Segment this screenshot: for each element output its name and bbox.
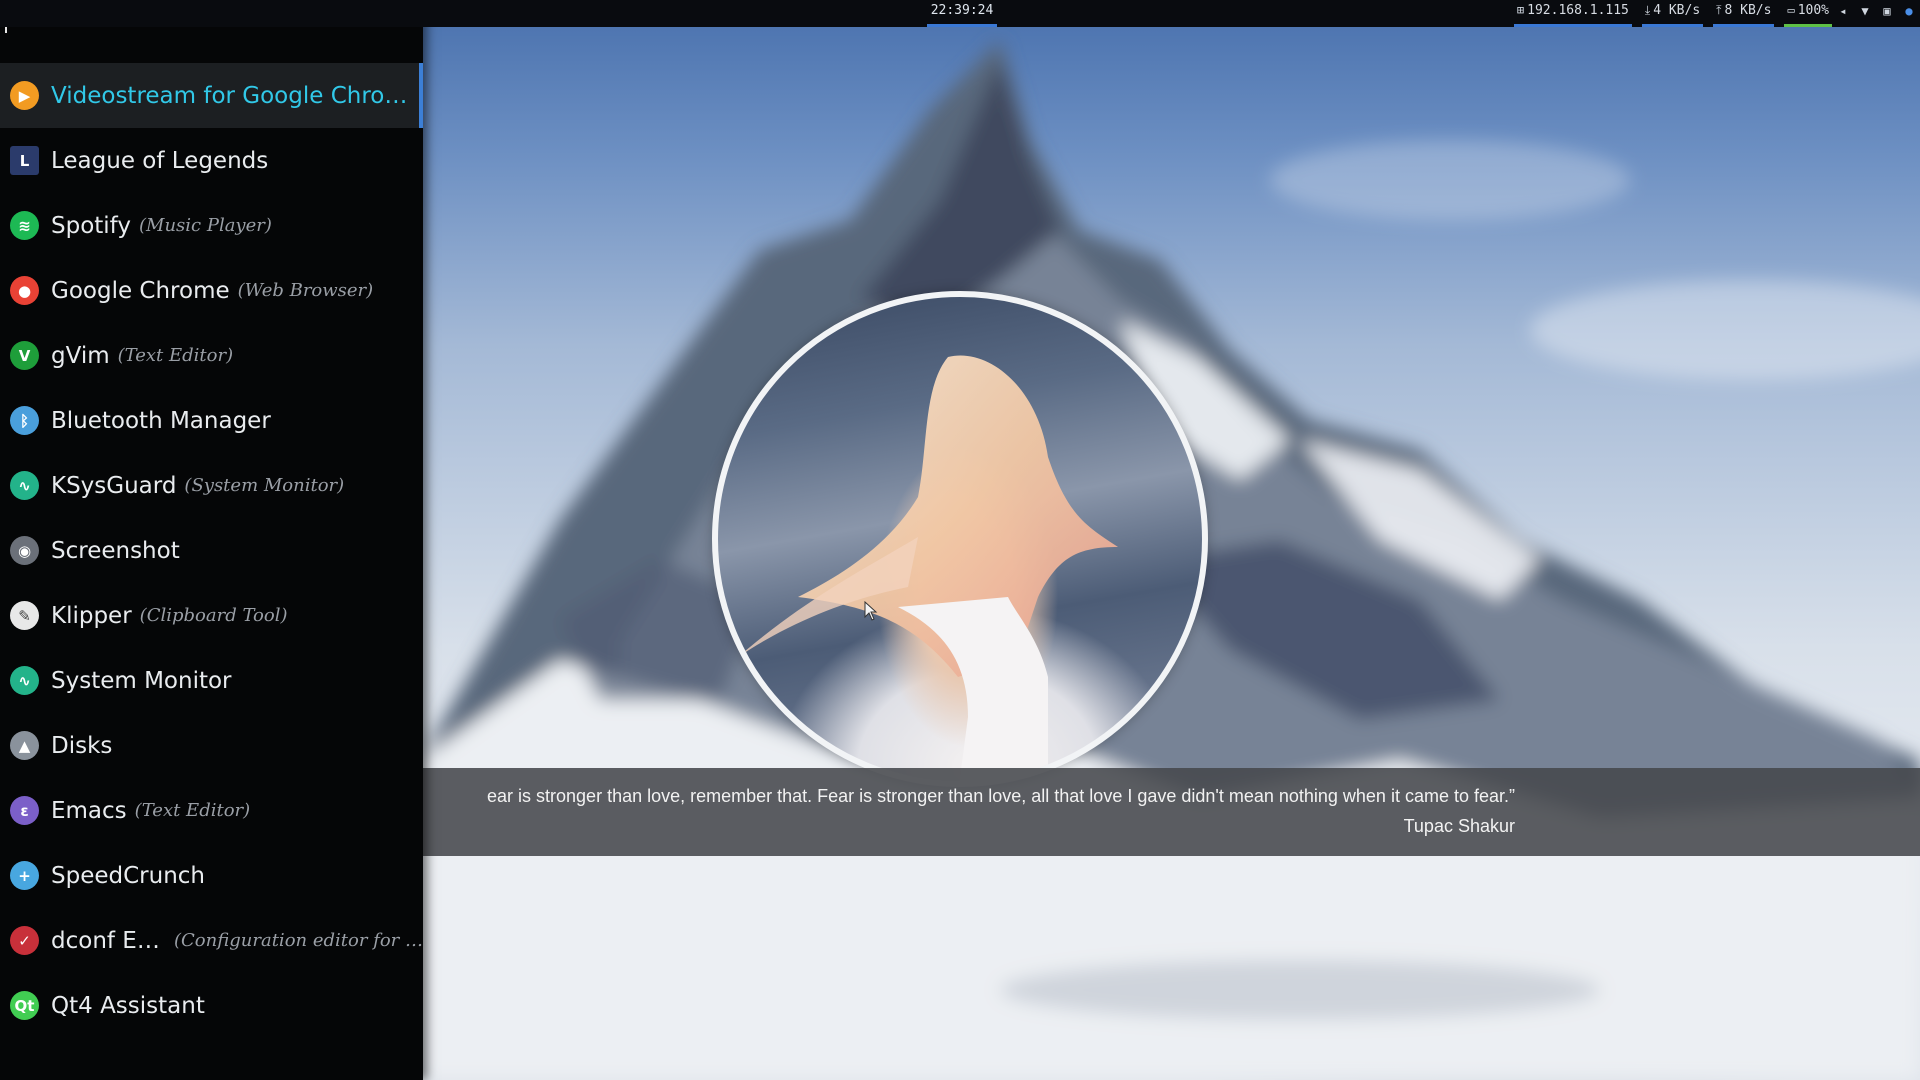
ksysguard-icon: ∿ — [10, 471, 39, 500]
launcher-entry-name: Videostream for Google Chrom… — [51, 82, 419, 109]
launcher-entry-name: gVim — [51, 342, 110, 369]
launcher-entry-description: (Text Editor) — [134, 800, 251, 821]
vim-icon: V — [10, 341, 39, 370]
launcher-entry[interactable]: ▲ Disks — [0, 713, 423, 778]
spotify-icon: ≋ — [10, 211, 39, 240]
emacs-icon: ε — [10, 796, 39, 825]
launcher-entry[interactable]: ≋ Spotify (Music Player) — [0, 193, 423, 258]
upload-icon: ⤒ — [1716, 3, 1722, 17]
launcher-entry-list: ▶ Videostream for Google Chrom… L League of… — [0, 63, 423, 1038]
launcher-entry[interactable]: ▶ Videostream for Google Chrom… — [0, 63, 423, 128]
battery-status[interactable]: ▭ 100% — [1784, 0, 1832, 27]
battery-level: 100% — [1797, 3, 1829, 18]
videostream-icon: ▶ — [10, 81, 39, 110]
launcher-entry[interactable]: ε Emacs (Text Editor) — [0, 778, 423, 843]
launcher-entry[interactable]: ◉ Screenshot — [0, 518, 423, 583]
launcher-entry[interactable]: VgVim (Text Editor) — [0, 323, 423, 388]
disks-icon: ▲ — [10, 731, 39, 760]
launcher-entry-name: SpeedCrunch — [51, 862, 205, 889]
launcher-entry[interactable]: ∿ KSysGuard (System Monitor) — [0, 453, 423, 518]
launcher-entry-description: (Configuration editor for … — [174, 930, 423, 951]
quote-author: Tupac Shakur — [1403, 816, 1515, 836]
launcher-entry[interactable]: Qt Qt4 Assistant — [0, 973, 423, 1038]
network-icon: ⊞ — [1516, 3, 1525, 17]
bluetooth-icon: ᛒ — [10, 406, 39, 435]
launcher-entry[interactable]: ✓ dconf Editor (Configuration editor for … — [0, 908, 423, 973]
quote-text: ear is stronger than love, remember that… — [487, 786, 1515, 806]
launcher-entry[interactable]: ✎ Klipper (Clipboard Tool) — [0, 583, 423, 648]
launcher-entry-name: Spotify — [51, 212, 131, 239]
launcher-entry-name: Emacs — [51, 797, 127, 824]
launcher-entry-description: (System Monitor) — [184, 475, 345, 496]
screen-icon[interactable]: ▣ — [1876, 0, 1898, 27]
tray-collapse-icon[interactable]: ◂ — [1832, 0, 1854, 27]
user-avatar — [712, 291, 1208, 787]
launcher-entry-name: Screenshot — [51, 537, 180, 564]
avatar-illustration — [738, 355, 1118, 781]
launcher-entry-name: Google Chrome — [51, 277, 230, 304]
launcher-entry-name: System Monitor — [51, 667, 232, 694]
download-icon: ⤓ — [1644, 3, 1651, 17]
launcher-entry-description: (Clipboard Tool) — [139, 605, 288, 626]
upload-speed[interactable]: ⤒ 8 KB/s — [1713, 0, 1775, 27]
launcher-entry-name: League of Legends — [51, 147, 269, 174]
screenshot-icon: ◉ — [10, 536, 39, 565]
app-launcher: ▶ Videostream for Google Chrom… L League of… — [0, 0, 423, 1080]
mouse-cursor-icon — [864, 601, 878, 621]
top-panel: 22:39:24 ⊞ 192.168.1.115 ⤓ 4 KB/s ⤒ 8 KB… — [0, 0, 1920, 27]
upload-speed-value: 8 KB/s — [1724, 3, 1772, 18]
battery-icon: ▭ — [1787, 3, 1795, 17]
speedcrunch-icon: + — [10, 861, 39, 890]
launcher-entry[interactable]: ● Google Chrome (Web Browser) — [0, 258, 423, 323]
quote-banner: ear is stronger than love, remember that… — [423, 768, 1920, 856]
download-speed-value: 4 KB/s — [1653, 3, 1701, 18]
launcher-entry-description: (Web Browser) — [237, 280, 374, 301]
network-address[interactable]: ⊞ 192.168.1.115 — [1513, 0, 1632, 27]
launcher-entry-name: Qt4 Assistant — [51, 992, 205, 1019]
dropbox-icon[interactable]: ● — [1898, 0, 1920, 27]
launcher-entry-name: KSysGuard — [51, 472, 177, 499]
launcher-entry[interactable]: + SpeedCrunch — [0, 843, 423, 908]
launcher-entry[interactable]: ᛒ Bluetooth Manager — [0, 388, 423, 453]
launcher-entry[interactable]: L League of Legends — [0, 128, 423, 193]
launcher-entry-description: (Music Player) — [138, 215, 272, 236]
chrome-icon: ● — [10, 276, 39, 305]
launcher-entry[interactable]: ∿ System Monitor — [0, 648, 423, 713]
system-tray: ⊞ 192.168.1.115 ⤓ 4 KB/s ⤒ 8 KB/s ▭ 100%… — [1504, 0, 1920, 27]
launcher-entry-name: Bluetooth Manager — [51, 407, 271, 434]
launcher-entry-name: Disks — [51, 732, 113, 759]
league-of-legends-icon: L — [10, 146, 39, 175]
klipper-icon: ✎ — [10, 601, 39, 630]
wifi-icon[interactable]: ▼ — [1854, 0, 1876, 27]
dconf-editor-icon: ✓ — [10, 926, 39, 955]
system-monitor-icon: ∿ — [10, 666, 39, 695]
ip-address: 192.168.1.115 — [1527, 3, 1629, 18]
launcher-entry-name: Klipper — [51, 602, 132, 629]
qt-icon: Qt — [10, 991, 39, 1020]
launcher-entry-name: dconf Editor — [51, 927, 167, 954]
launcher-entry-description: (Text Editor) — [117, 345, 234, 366]
download-speed[interactable]: ⤓ 4 KB/s — [1641, 0, 1704, 27]
clock[interactable]: 22:39:24 — [927, 0, 997, 27]
